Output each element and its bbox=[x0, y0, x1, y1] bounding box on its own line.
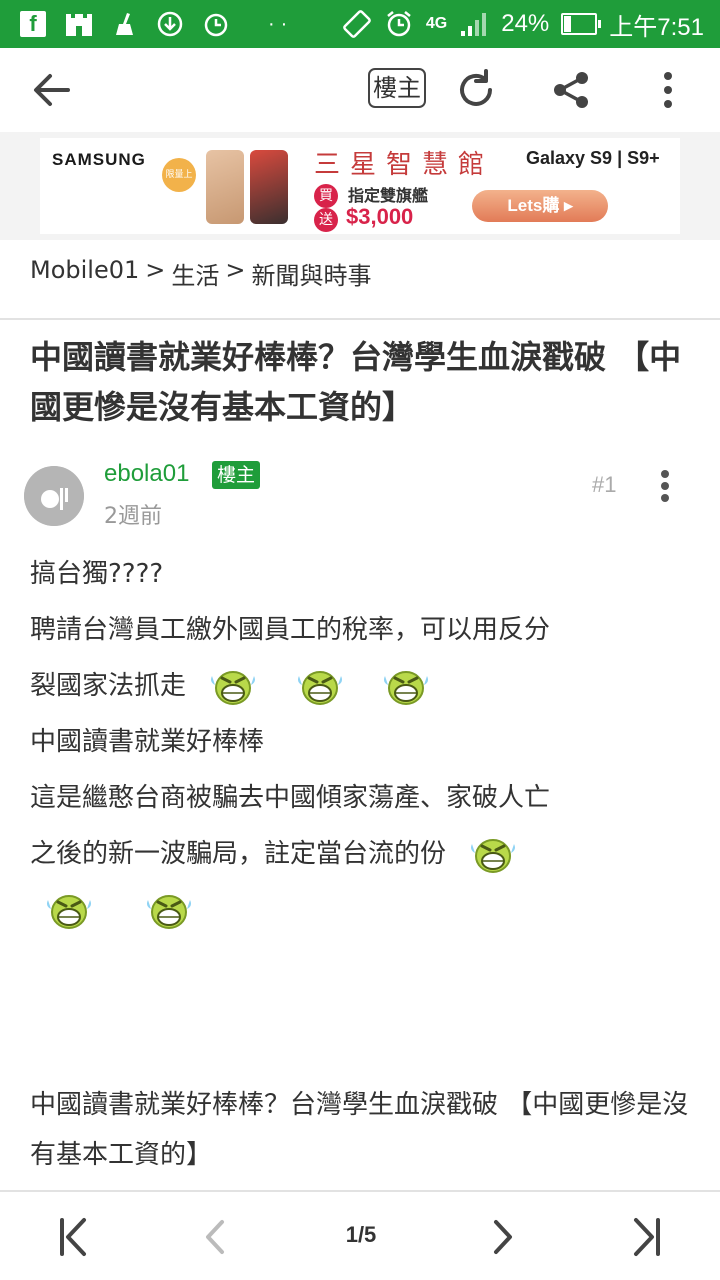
laughing-tears-emoji bbox=[296, 670, 344, 705]
back-arrow-icon[interactable] bbox=[28, 68, 76, 112]
pagination-bar: 1/5 bbox=[0, 1190, 720, 1280]
last-page-icon[interactable] bbox=[626, 1212, 670, 1262]
prev-page-icon[interactable] bbox=[194, 1212, 238, 1262]
post-signature: 中國讀書就業好棒棒？台灣學生血淚戳破 【中國更慘是沒有基本工資的】 bbox=[30, 1090, 689, 1170]
ad-line1: 指定雙旗艦 bbox=[348, 186, 429, 205]
ad-phone-image bbox=[206, 150, 244, 224]
divider bbox=[0, 318, 720, 320]
ad-price: $3,000 bbox=[346, 204, 414, 229]
avatar[interactable] bbox=[24, 466, 84, 526]
alarm-icon bbox=[387, 11, 411, 37]
clock: 上午7:51 bbox=[609, 13, 704, 41]
ad-gift-mark: 送 bbox=[314, 208, 338, 232]
ad-model: Galaxy S9 | S9+ bbox=[526, 148, 660, 168]
breadcrumb-separator: > bbox=[225, 256, 246, 284]
laughing-tears-emoji bbox=[145, 894, 193, 929]
page-indicator[interactable]: 1/5 bbox=[330, 1222, 392, 1248]
post-line: 中國讀書就業好棒棒 bbox=[30, 727, 265, 757]
signal-icon bbox=[461, 13, 487, 36]
breadcrumb: Mobile01 > 生活 > 新聞與時事 bbox=[30, 256, 371, 291]
cleaner-icon bbox=[116, 13, 133, 35]
post-line: 這是繼憨台商被騙去中國傾家蕩產、家破人亡 bbox=[30, 783, 551, 813]
post-line: 裂國家法抓走 bbox=[30, 658, 694, 714]
battery-icon bbox=[561, 13, 602, 35]
ad-brand: SAMSUNG bbox=[52, 150, 146, 169]
ad-phone-image bbox=[250, 150, 288, 224]
laughing-tears-emoji bbox=[382, 670, 430, 705]
download-icon bbox=[157, 11, 183, 37]
ad-banner[interactable]: SAMSUNG 限量上市 三星智慧館 買 送 指定雙旗艦 $3,000 Gala… bbox=[40, 138, 680, 234]
breadcrumb-item-mobile01[interactable]: Mobile01 bbox=[30, 256, 139, 291]
post-title: 中國讀書就業好棒棒？台灣學生血淚戳破 【中國更慘是沒有基本工資的】 bbox=[30, 338, 682, 426]
ad-buy-mark: 買 bbox=[314, 184, 338, 208]
alarm-icon bbox=[204, 13, 228, 37]
more-vert-icon[interactable] bbox=[646, 66, 690, 114]
share-icon[interactable] bbox=[548, 66, 596, 114]
breadcrumb-item-news[interactable]: 新聞與時事 bbox=[251, 256, 371, 291]
post-line: 聘請台灣員工繳外國員工的稅率，可以用反分 bbox=[30, 615, 551, 645]
ad-title: 三星智慧館 bbox=[314, 150, 495, 180]
post-line bbox=[30, 882, 694, 938]
post-line-text: 之後的新一波騙局，註定當台流的份 bbox=[30, 839, 447, 869]
breadcrumb-separator: > bbox=[145, 256, 166, 284]
laughing-tears-emoji bbox=[469, 838, 517, 873]
laughing-tears-emoji bbox=[45, 894, 93, 929]
network-type: 4G bbox=[425, 15, 448, 32]
post-line-text: 裂國家法抓走 bbox=[30, 671, 187, 701]
owner-badge: 樓主 bbox=[212, 461, 261, 489]
post-line: 之後的新一波騙局，註定當台流的份 bbox=[30, 826, 694, 882]
laughing-tears-emoji bbox=[209, 670, 257, 705]
post-body: 搞台獨???? 聘請台灣員工繳外國員工的稅率，可以用反分 裂國家法抓走 中國讀書… bbox=[30, 546, 694, 938]
ad-container: SAMSUNG 限量上市 三星智慧館 買 送 指定雙旗艦 $3,000 Gala… bbox=[0, 132, 720, 240]
post-more-icon[interactable] bbox=[650, 466, 680, 506]
next-page-icon[interactable] bbox=[480, 1212, 524, 1262]
post-line: 搞台獨???? bbox=[30, 559, 164, 589]
author-name[interactable]: ebola01 bbox=[104, 460, 189, 488]
first-page-icon[interactable] bbox=[50, 1212, 94, 1262]
rotate-icon bbox=[343, 10, 371, 38]
post-time: 2週前 bbox=[104, 504, 162, 529]
owner-only-button[interactable]: 樓主 bbox=[368, 68, 426, 108]
refresh-icon[interactable] bbox=[452, 66, 500, 114]
battery-percent: 24% bbox=[501, 10, 550, 37]
facebook-icon: f bbox=[20, 11, 46, 37]
breadcrumb-item-life[interactable]: 生活 bbox=[171, 256, 219, 291]
status-bar: f ·· 4G 24% 上午7:51 bbox=[0, 0, 720, 48]
ad-badge: 限量上市 bbox=[162, 158, 196, 214]
more-dots-icon: ·· bbox=[268, 12, 294, 35]
app-bar: 樓主 bbox=[0, 48, 720, 132]
ad-cta-button[interactable]: Lets購 ▸ bbox=[472, 190, 608, 222]
castle-icon bbox=[66, 14, 92, 36]
post-floor-number: #1 bbox=[592, 472, 617, 497]
